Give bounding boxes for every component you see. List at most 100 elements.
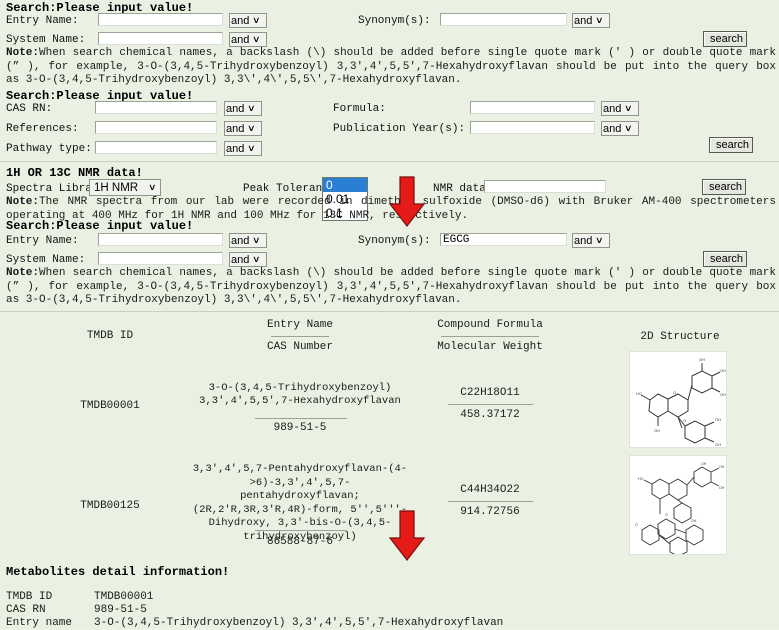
section2-pathway-type-input[interactable] <box>95 141 217 154</box>
chevron-down-icon: ∨ <box>247 143 256 153</box>
results-header-entry-name: Entry Name <box>266 319 333 331</box>
red-arrow-annotation-1 <box>388 176 426 232</box>
section4-system-name-operator-select[interactable]: and ∨ <box>229 252 267 267</box>
table-row-1-tmdb-id[interactable]: TMDB00001 <box>50 400 170 412</box>
results-divider <box>0 311 779 312</box>
section3-search-button[interactable]: search <box>702 179 746 195</box>
section2-formula-label: Formula: <box>333 103 386 115</box>
svg-text:HO: HO <box>636 391 642 396</box>
operator-label: and <box>603 102 622 115</box>
chevron-down-icon: ∨ <box>247 103 256 113</box>
results-header-compound-formula: Compound Formula <box>437 319 543 331</box>
svg-text:OH: OH <box>720 368 726 373</box>
table-row-2-fraction-bar <box>255 530 347 531</box>
operator-label: and <box>226 142 245 155</box>
detail-row-cas-rn: CAS RN 989-51-5 <box>6 604 766 617</box>
section1-synonyms-operator-select[interactable]: and ∨ <box>572 13 610 28</box>
operator-label: and <box>226 122 245 135</box>
operator-label: and <box>226 102 245 115</box>
section2-formula-operator-select[interactable]: and ∨ <box>601 101 639 116</box>
results-header-entry-name-group: Entry Name CAS Number <box>230 318 370 355</box>
operator-label: and <box>574 234 593 247</box>
nmr-data-input[interactable] <box>484 180 606 193</box>
table-row-2-molecular-weight: 914.72756 <box>460 506 520 518</box>
svg-text:OH: OH <box>654 428 660 433</box>
section2-cas-rn-input[interactable] <box>95 101 217 114</box>
table-row-1-compound-formula: C22H18O11 <box>460 387 520 399</box>
detail-key-entry-name: Entry name <box>6 617 73 629</box>
section2-pathway-type-label: Pathway type: <box>6 143 92 155</box>
table-row-1-fraction-bar <box>255 418 347 419</box>
section2-publication-year-input[interactable] <box>470 121 595 134</box>
results-header-formula-group: Compound Formula Molecular Weight <box>420 318 560 355</box>
peak-tolerance-option-0[interactable]: 0 <box>323 178 367 192</box>
section2-search-button[interactable]: search <box>709 137 753 153</box>
note-text: When search chemical names, a backslash … <box>6 267 776 306</box>
table-row-1-2d-structure[interactable]: HO OH OH OH OH OH OH O O <box>629 351 727 448</box>
chevron-down-icon: ∨ <box>252 235 261 245</box>
section2-references-label: References: <box>6 123 79 135</box>
table-row-2-2d-structure[interactable]: HO OH OH OH O OH O <box>629 455 727 555</box>
fraction-bar <box>270 336 329 337</box>
results-header-cas-number: CAS Number <box>266 341 333 353</box>
table-row-2-fraction-bar-2 <box>448 501 533 502</box>
section2-publication-year-operator-select[interactable]: and ∨ <box>601 121 639 136</box>
svg-text:HO: HO <box>638 477 644 481</box>
fraction-bar <box>441 336 539 337</box>
chevron-down-icon: ∨ <box>595 235 604 245</box>
detail-value-cas-rn: 989-51-5 <box>94 604 147 616</box>
table-row-2-tmdb-id[interactable]: TMDB00125 <box>50 500 170 512</box>
detail-key-cas-rn: CAS RN <box>6 604 46 616</box>
section4-note: Note:When search chemical names, a backs… <box>2 267 779 308</box>
table-row-2-entry-name: 3,3',4',5,7-Pentahydroxyflavan-(4->6)-3,… <box>192 463 408 543</box>
svg-text:OH: OH <box>701 462 707 466</box>
chevron-down-icon: ∨ <box>624 123 633 133</box>
detail-value-entry-name: 3-O-(3,4,5-Trihydroxybenzoyl) 3,3',4',5,… <box>94 617 504 629</box>
detail-key-tmdb-id: TMDB ID <box>6 591 53 603</box>
section2-pathway-type-operator-select[interactable]: and ∨ <box>224 141 262 156</box>
section1-entry-name-operator-select[interactable]: and ∨ <box>229 13 267 28</box>
chevron-down-icon: ∨ <box>252 15 261 25</box>
section2-references-operator-select[interactable]: and ∨ <box>224 121 262 136</box>
chevron-down-icon: ∨ <box>252 34 261 44</box>
svg-text:OH: OH <box>691 519 697 523</box>
detail-row-entry-name: Entry name 3-O-(3,4,5-Trihydroxybenzoyl)… <box>6 617 766 630</box>
section4-system-name-label: System Name: <box>6 254 86 266</box>
section4-search-button[interactable]: search <box>703 251 747 267</box>
svg-text:O: O <box>683 418 686 423</box>
section1-entry-name-input[interactable] <box>98 13 223 26</box>
results-header-tmdb-id: TMDB ID <box>86 330 134 342</box>
section2-cas-rn-operator-select[interactable]: and ∨ <box>224 101 262 116</box>
section2-references-input[interactable] <box>95 121 217 134</box>
section4-synonyms-label: Synonym(s): <box>358 235 431 247</box>
section4-entry-name-operator-select[interactable]: and ∨ <box>229 233 267 248</box>
table-row-1-fraction-bar-2 <box>448 404 533 405</box>
section4-synonyms-input[interactable] <box>440 233 567 246</box>
operator-label: and <box>231 253 250 266</box>
section4-system-name-input[interactable] <box>98 252 223 265</box>
svg-text:OH: OH <box>715 442 721 447</box>
note-prefix: Note: <box>6 267 40 279</box>
note-prefix: Note: <box>6 47 40 59</box>
section1-system-name-operator-select[interactable]: and ∨ <box>229 32 267 47</box>
table-row-1-molecular-weight: 458.37172 <box>460 409 520 421</box>
svg-text:OH: OH <box>720 392 726 397</box>
section1-system-name-input[interactable] <box>98 32 223 45</box>
section1-note: Note:When search chemical names, a backs… <box>2 47 779 88</box>
svg-text:OH: OH <box>715 417 721 422</box>
note-text: When search chemical names, a backslash … <box>6 47 776 86</box>
section2-formula-input[interactable] <box>470 101 595 114</box>
section4-entry-name-label: Entry Name: <box>6 235 79 247</box>
spectra-library-select[interactable]: 1H NMR ∨ <box>89 179 161 196</box>
results-header-molecular-weight: Molecular Weight <box>437 341 543 353</box>
section1-search-button[interactable]: search <box>703 31 747 47</box>
operator-label: and <box>231 14 250 27</box>
section4-entry-name-input[interactable] <box>98 233 223 246</box>
chevron-down-icon: ∨ <box>252 254 261 264</box>
operator-label: and <box>574 14 593 27</box>
table-row-1-cas-number: 989-51-5 <box>273 422 327 434</box>
section4-synonyms-operator-select[interactable]: and ∨ <box>572 233 610 248</box>
svg-text:OH: OH <box>719 465 725 469</box>
section1-synonyms-input[interactable] <box>440 13 567 26</box>
tmdb-search-page: Search:Please input value! Entry Name: a… <box>0 0 779 629</box>
